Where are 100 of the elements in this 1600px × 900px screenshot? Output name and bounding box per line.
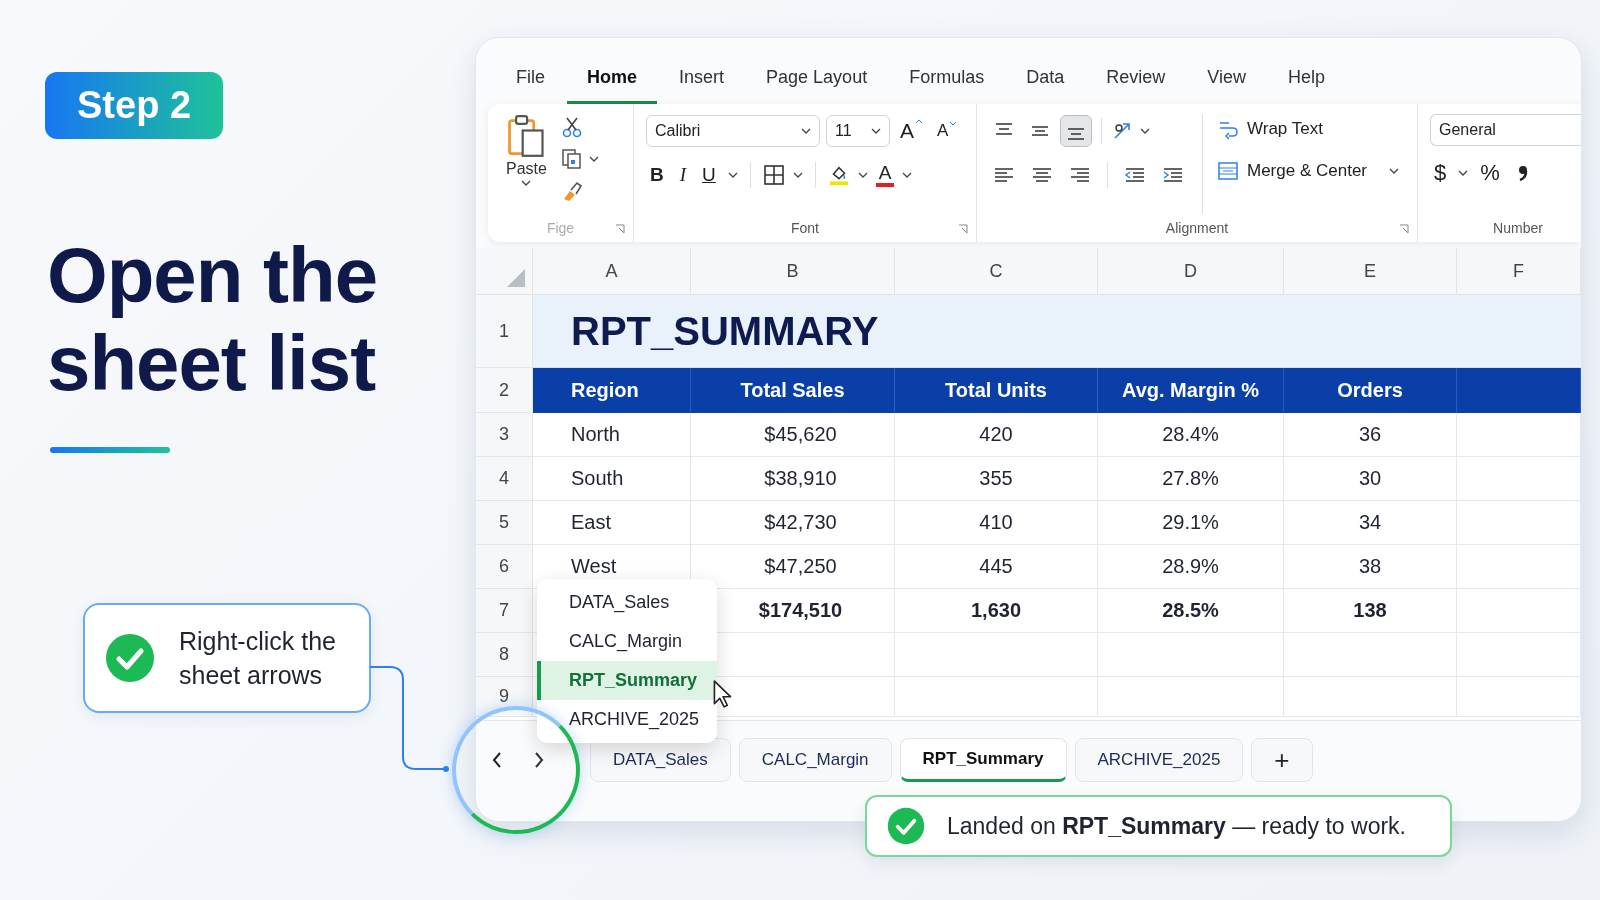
table-cell: 138	[1284, 589, 1457, 633]
row-header[interactable]: 7	[476, 589, 533, 633]
table-cell: 28.5%	[1098, 589, 1284, 633]
row-header[interactable]: 3	[476, 413, 533, 457]
number-format-dropdown[interactable]: General	[1430, 114, 1581, 146]
table-cell: North	[533, 413, 691, 457]
vertical-align-button[interactable]	[1061, 116, 1091, 146]
currency-button[interactable]: $	[1430, 160, 1451, 186]
merge-center-button[interactable]: Merge & Center	[1217, 156, 1399, 186]
table-cell: 30	[1284, 457, 1457, 501]
table-cell: $38,910	[691, 457, 895, 501]
row-header[interactable]: 6	[476, 545, 533, 589]
menu-tab[interactable]: Insert	[659, 58, 745, 104]
scissors-icon[interactable]	[560, 116, 583, 138]
dialog-launcher-icon[interactable]	[615, 224, 625, 234]
callout-text: Right-click the sheet arrows	[179, 626, 337, 691]
caret-icon[interactable]	[1458, 170, 1469, 176]
menu-tab[interactable]: Data	[1006, 58, 1085, 104]
underline-button[interactable]: U	[698, 164, 720, 186]
row-header[interactable]: 8	[476, 633, 533, 677]
header-cell: Total Units	[895, 368, 1098, 413]
down-caret-icon	[949, 121, 958, 126]
sheet-tab[interactable]: CALC_Margin	[738, 738, 892, 782]
table-cell: 38	[1284, 545, 1457, 589]
check-icon	[887, 807, 925, 845]
table-cell: $42,730	[691, 501, 895, 545]
chevron-left-icon	[491, 751, 503, 769]
column-header[interactable]: B	[691, 248, 895, 295]
caret-icon[interactable]	[1140, 128, 1150, 134]
menu-tab[interactable]: Formulas	[889, 58, 1005, 104]
row-header[interactable]: 1	[476, 295, 533, 368]
table-cell: 445	[895, 545, 1098, 589]
corner-triangle-icon	[506, 268, 526, 288]
caret-icon[interactable]	[857, 172, 868, 178]
step-badge: Step 2	[45, 72, 224, 139]
group-label: Number	[1493, 220, 1543, 236]
dialog-launcher-icon[interactable]	[958, 224, 968, 234]
table-cell: 410	[895, 501, 1098, 545]
heading: Open the sheet list	[47, 231, 378, 407]
table-cell: 1,630	[895, 589, 1098, 633]
header-cell: Total Sales	[691, 368, 895, 413]
table-cell: 27.8%	[1098, 457, 1284, 501]
table-cell: 34	[1284, 501, 1457, 545]
column-header[interactable]: D	[1098, 248, 1284, 295]
sheet-tab[interactable]: ARCHIVE_2025	[1074, 738, 1244, 782]
bold-button[interactable]: B	[646, 164, 668, 186]
font-size-dropdown[interactable]: 11	[826, 115, 890, 147]
group-label: Font	[791, 220, 819, 236]
table-cell: 355	[895, 457, 1098, 501]
toast-message: Landed on RPT_Summary — ready to work.	[947, 812, 1406, 840]
wrap-text-button[interactable]: Wrap Text	[1217, 114, 1399, 144]
menu-tab[interactable]: View	[1187, 58, 1266, 104]
sheet-tab[interactable]: RPT_Summary	[899, 738, 1067, 782]
menu-tab[interactable]: File	[496, 58, 565, 104]
caret-icon[interactable]	[792, 172, 803, 178]
check-icon	[105, 633, 155, 683]
caret-icon[interactable]	[588, 156, 599, 162]
column-header[interactable]: E	[1284, 248, 1457, 295]
menu-tab[interactable]: Review	[1086, 58, 1186, 104]
copy-icon[interactable]	[560, 148, 583, 170]
row-header[interactable]: 4	[476, 457, 533, 501]
table-cell: 420	[895, 413, 1098, 457]
row-header[interactable]: 2	[476, 368, 533, 413]
decrease-font-button[interactable]: A	[933, 121, 962, 141]
report-title: RPT_SUMMARY	[533, 295, 1581, 368]
menu-tab[interactable]: Help	[1267, 58, 1345, 104]
font-color-button[interactable]: A	[875, 163, 895, 187]
font-name-dropdown[interactable]: Calibri	[646, 115, 820, 147]
header-cell: Orders	[1284, 368, 1457, 413]
group-label: Alignment	[1165, 220, 1229, 236]
sheet-list-item[interactable]: RPT_Summary	[537, 661, 717, 700]
table-cell: East	[533, 501, 691, 545]
increase-font-button[interactable]: A	[896, 119, 927, 143]
column-header[interactable]: A	[533, 248, 691, 295]
column-header[interactable]: F	[1457, 248, 1581, 295]
paste-button[interactable]: Paste	[506, 114, 547, 214]
sheet-list-item[interactable]: ARCHIVE_2025	[537, 700, 717, 739]
group-label: Fige	[546, 220, 575, 236]
caret-icon	[871, 128, 881, 134]
dialog-launcher-icon[interactable]	[1399, 224, 1409, 234]
row-header[interactable]: 9	[476, 677, 533, 717]
table-cell: $45,620	[691, 413, 895, 457]
italic-button[interactable]: I	[675, 164, 691, 186]
table-cell: South	[533, 457, 691, 501]
table-cell: 28.9%	[1098, 545, 1284, 589]
clipboard-icon	[506, 114, 547, 158]
column-header[interactable]: C	[895, 248, 1098, 295]
header-cell: Region	[533, 368, 691, 413]
percent-button[interactable]: %	[1476, 160, 1504, 186]
borders-icon[interactable]	[762, 164, 785, 186]
table-cell: 28.4%	[1098, 413, 1284, 457]
up-caret-icon	[915, 119, 923, 124]
menu-tab[interactable]: Page Layout	[746, 58, 888, 104]
caret-icon[interactable]	[902, 172, 913, 178]
caret-icon[interactable]	[727, 172, 738, 178]
add-sheet-button[interactable]: +	[1251, 738, 1313, 782]
chevron-right-icon	[533, 751, 545, 769]
fill-color-icon[interactable]	[827, 164, 850, 186]
merge-cells-icon	[1217, 160, 1239, 182]
row-header[interactable]: 5	[476, 501, 533, 545]
